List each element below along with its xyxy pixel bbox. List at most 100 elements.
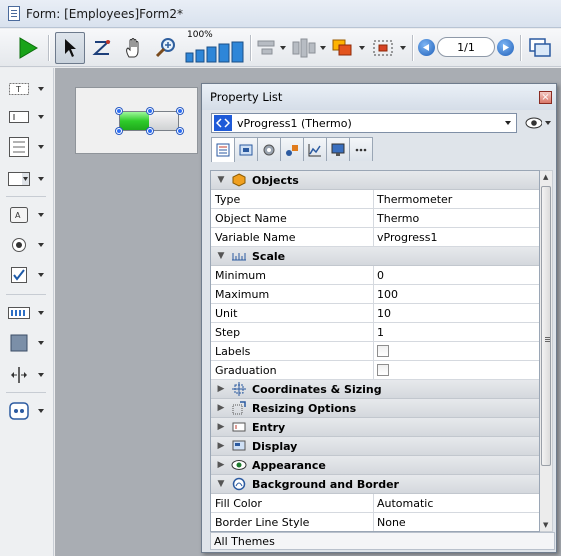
hand-tool-button[interactable] bbox=[121, 32, 147, 64]
window-icon bbox=[529, 38, 551, 57]
theme-label: All Themes bbox=[214, 534, 275, 548]
property-tabs bbox=[211, 137, 373, 162]
selection-handle[interactable] bbox=[147, 108, 153, 114]
hand-icon bbox=[126, 38, 139, 58]
form-document-icon bbox=[8, 6, 20, 21]
entry-category-icon bbox=[232, 422, 246, 432]
tab-shapes[interactable] bbox=[280, 137, 304, 161]
checkbox-tool-icon bbox=[11, 267, 27, 283]
collapsed-triangle-icon: ▶ bbox=[217, 441, 225, 451]
zoom-level-selector[interactable] bbox=[184, 39, 246, 65]
entry-order-button[interactable] bbox=[90, 32, 114, 64]
selection-handle[interactable] bbox=[116, 128, 122, 134]
page-navigator: 1/1 bbox=[418, 35, 514, 59]
distribute-icon bbox=[292, 38, 315, 58]
scroll-down-icon[interactable]: ▼ bbox=[543, 521, 548, 529]
scrollbar-thumb[interactable] bbox=[541, 186, 551, 466]
group-icon bbox=[332, 39, 351, 56]
splitter-tool[interactable] bbox=[8, 364, 52, 386]
thermometer-tool[interactable] bbox=[8, 302, 52, 324]
zoom-tool-button[interactable] bbox=[152, 32, 180, 64]
property-row[interactable]: Fill Color Automatic bbox=[211, 494, 539, 513]
rectangle-tool-icon bbox=[10, 334, 28, 352]
radio-tool-icon bbox=[12, 238, 26, 252]
tab-actions[interactable] bbox=[257, 137, 281, 161]
coordinates-category-icon bbox=[232, 382, 246, 396]
close-button[interactable]: × bbox=[539, 91, 552, 104]
popup-tool[interactable] bbox=[8, 168, 52, 190]
selection-handle[interactable] bbox=[177, 128, 183, 134]
category-entry[interactable]: ▶ Entry bbox=[211, 418, 539, 437]
scale-category-icon bbox=[232, 253, 246, 261]
objects-icon bbox=[239, 144, 253, 155]
radio-tool[interactable] bbox=[8, 234, 52, 256]
selection-handle[interactable] bbox=[147, 128, 153, 134]
align-button[interactable] bbox=[254, 32, 286, 64]
category-coordinates-sizing[interactable]: ▶ Coordinates & Sizing bbox=[211, 380, 539, 399]
tab-all-properties[interactable] bbox=[211, 137, 235, 162]
run-icon bbox=[19, 37, 38, 59]
category-resizing-options[interactable]: ▶ Resizing Options bbox=[211, 399, 539, 418]
chevron-down-icon bbox=[500, 121, 516, 125]
tab-display[interactable] bbox=[326, 137, 350, 161]
property-grid: ▼ Objects Type Thermometer Object Name The… bbox=[210, 170, 540, 532]
tab-objects[interactable] bbox=[234, 137, 258, 161]
tab-more[interactable] bbox=[349, 137, 373, 161]
category-scale[interactable]: ▼ Scale bbox=[211, 247, 539, 266]
run-form-button[interactable] bbox=[14, 32, 42, 64]
z-order-icon bbox=[92, 40, 111, 55]
text-tool[interactable]: T bbox=[8, 78, 52, 100]
labels-checkbox[interactable] bbox=[377, 345, 389, 357]
next-page-button[interactable] bbox=[497, 38, 514, 56]
zoom-bars-icon bbox=[185, 41, 244, 63]
list-tool[interactable] bbox=[8, 136, 52, 158]
field-tool[interactable] bbox=[8, 106, 52, 128]
distribute-button[interactable] bbox=[290, 32, 326, 64]
property-row[interactable]: Graduation bbox=[211, 361, 539, 380]
category-appearance[interactable]: ▶ Appearance bbox=[211, 456, 539, 475]
objects-category-icon bbox=[232, 173, 246, 187]
object-selector-dropdown[interactable]: vProgress1 (Thermo) bbox=[211, 113, 517, 133]
property-row[interactable]: Border Line Style None bbox=[211, 513, 539, 531]
property-row[interactable]: Maximum 100 bbox=[211, 285, 539, 304]
property-row[interactable]: Minimum 0 bbox=[211, 266, 539, 285]
property-row[interactable]: Unit 10 bbox=[211, 304, 539, 323]
selection-button[interactable] bbox=[368, 32, 408, 64]
text-tool-icon: T bbox=[9, 83, 29, 95]
align-icon bbox=[257, 40, 274, 55]
next-page-icon bbox=[503, 43, 509, 51]
scroll-up-icon[interactable]: ▲ bbox=[543, 173, 548, 181]
main-toolbar: 100% 1/1 bbox=[0, 29, 561, 67]
visibility-menu-button[interactable] bbox=[525, 115, 551, 131]
splitter-tool-icon bbox=[11, 367, 27, 383]
appearance-category-icon bbox=[231, 460, 247, 470]
graduation-checkbox[interactable] bbox=[377, 364, 389, 376]
list-icon bbox=[216, 143, 230, 157]
button-tool[interactable]: A bbox=[8, 204, 52, 226]
property-row[interactable]: Variable Name vProgress1 bbox=[211, 228, 539, 247]
selection-handle[interactable] bbox=[116, 108, 122, 114]
tab-chart[interactable] bbox=[303, 137, 327, 161]
collapsed-triangle-icon: ▶ bbox=[217, 403, 225, 413]
category-background-border[interactable]: ▼ Background and Border bbox=[211, 475, 539, 494]
previous-page-button[interactable] bbox=[418, 38, 435, 56]
window-list-button[interactable] bbox=[526, 32, 554, 64]
arrow-select-button[interactable] bbox=[55, 32, 85, 64]
property-grid-scrollbar[interactable]: ▲ ▼ bbox=[540, 170, 553, 532]
property-row[interactable]: Type Thermometer bbox=[211, 190, 539, 209]
property-list-titlebar[interactable]: Property List × bbox=[202, 84, 556, 110]
category-display[interactable]: ▶ Display bbox=[211, 437, 539, 456]
svg-text:A: A bbox=[15, 211, 21, 220]
group-button[interactable] bbox=[328, 32, 366, 64]
property-row[interactable]: Object Name Thermo bbox=[211, 209, 539, 228]
property-row[interactable]: Step 1 bbox=[211, 323, 539, 342]
property-row[interactable]: Labels bbox=[211, 342, 539, 361]
page-indicator[interactable]: 1/1 bbox=[437, 37, 495, 57]
rectangle-tool[interactable] bbox=[8, 332, 52, 354]
selection-handle[interactable] bbox=[177, 108, 183, 114]
category-objects[interactable]: ▼ Objects bbox=[211, 171, 539, 190]
prev-page-icon bbox=[423, 43, 429, 51]
theme-footer[interactable]: All Themes bbox=[210, 532, 555, 550]
plugin-tool[interactable] bbox=[8, 400, 52, 422]
checkbox-tool[interactable] bbox=[8, 264, 52, 286]
